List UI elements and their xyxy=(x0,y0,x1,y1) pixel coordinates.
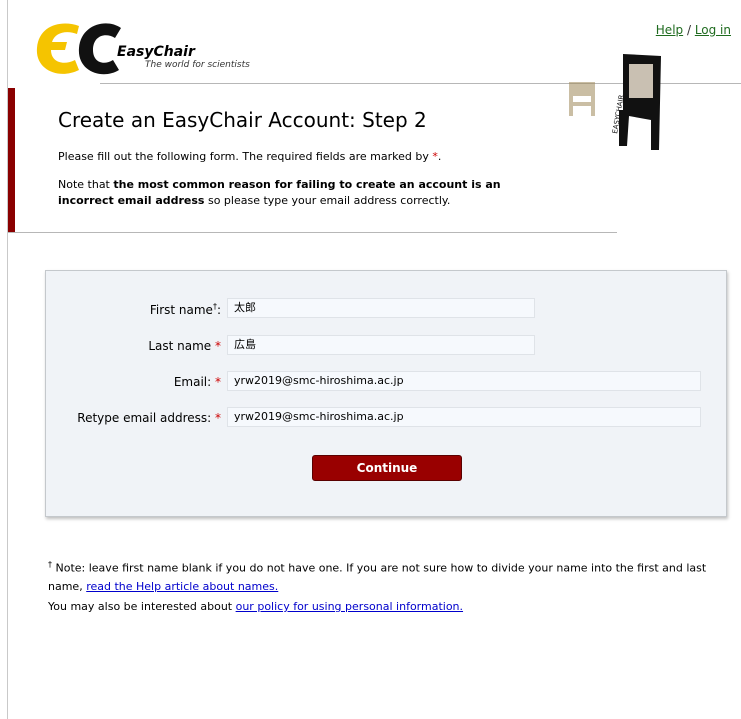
header-bottom-divider xyxy=(8,232,617,233)
easychair-logo[interactable]: EasyChair The world for scientists xyxy=(33,18,273,78)
last-name-input[interactable]: 広島 xyxy=(227,335,535,355)
retype-email-label: Retype email address: * xyxy=(77,411,221,425)
brand-tagline: The world for scientists xyxy=(145,60,250,70)
top-links: Help / Log in xyxy=(656,23,731,37)
chair-illustration-icon: EASYCHAIR xyxy=(569,54,661,150)
first-name-row: First name†: xyxy=(46,298,221,320)
title-accent-bar xyxy=(8,88,15,233)
note-suffix: so please type your email address correc… xyxy=(204,194,451,207)
last-name-label: Last name * xyxy=(148,339,221,353)
brand-name: EasyChair xyxy=(117,44,195,60)
retype-email-input[interactable]: yrw2019@smc-hiroshima.ac.jp xyxy=(227,407,701,427)
continue-button[interactable]: Continue xyxy=(312,455,462,481)
link-separator: / xyxy=(683,23,695,37)
policy-note: You may also be interested about our pol… xyxy=(48,600,463,613)
email-label: Email: * xyxy=(173,375,221,389)
note-prefix: Note that xyxy=(58,178,114,191)
first-name-footnote: † Note: leave first name blank if you do… xyxy=(48,556,738,596)
retype-email-row: Retype email address: * xyxy=(46,407,221,429)
privacy-policy-link[interactable]: our policy for using personal informatio… xyxy=(236,600,463,613)
intro-text: Please fill out the following form. The … xyxy=(58,150,441,163)
names-help-link[interactable]: read the Help article about names. xyxy=(86,580,278,593)
login-link[interactable]: Log in xyxy=(695,23,731,37)
ec-logo-icon xyxy=(36,23,121,75)
intro-text-main: Please fill out the following form. The … xyxy=(58,150,433,163)
page-title: Create an EasyChair Account: Step 2 xyxy=(58,108,427,132)
policy-prefix: You may also be interested about xyxy=(48,600,236,613)
first-name-label: First name†: xyxy=(149,302,221,317)
intro-text-end: . xyxy=(437,150,442,163)
help-link[interactable]: Help xyxy=(656,23,683,37)
email-warning-note: Note that the most common reason for fai… xyxy=(58,177,558,209)
email-row: Email: * xyxy=(46,371,221,393)
first-name-input[interactable]: 太郎 xyxy=(227,298,535,318)
account-form: First name†: 太郎 Last name * 広島 Email: * … xyxy=(45,270,727,517)
email-input[interactable]: yrw2019@smc-hiroshima.ac.jp xyxy=(227,371,701,391)
last-name-row: Last name * xyxy=(46,335,221,357)
